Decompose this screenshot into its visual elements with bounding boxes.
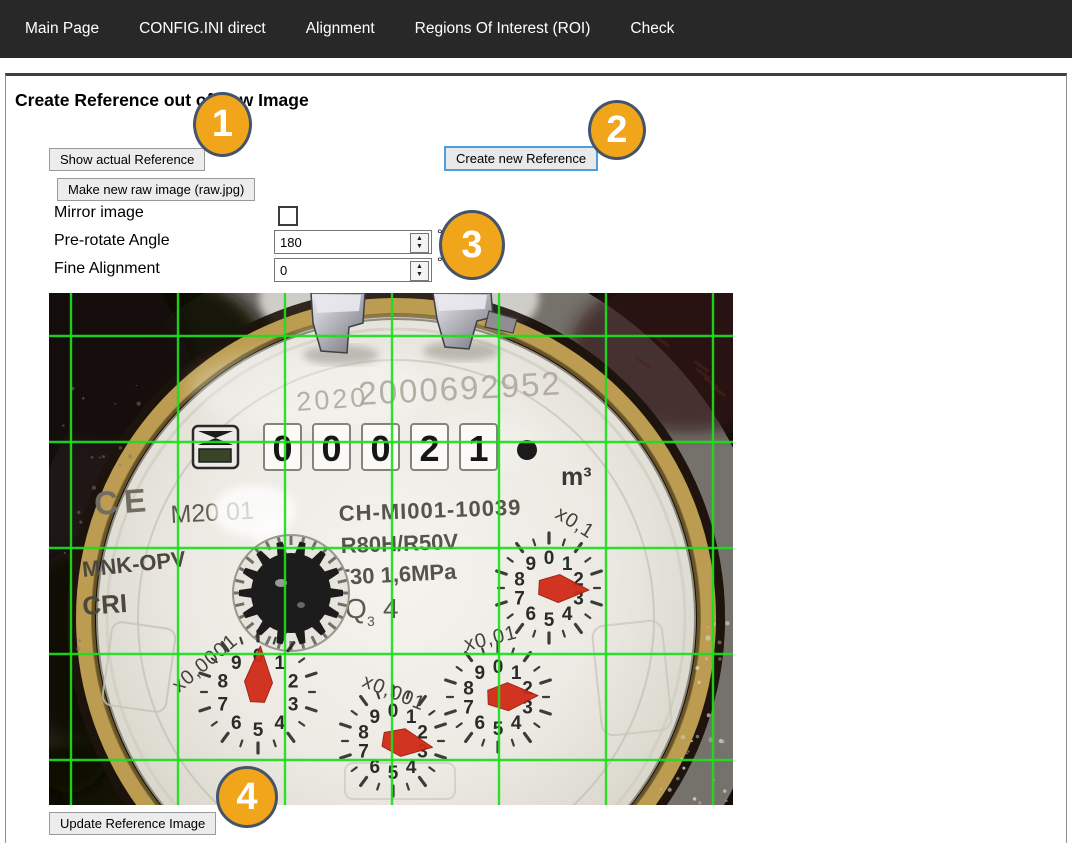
nav-roi[interactable]: Regions Of Interest (ROI): [415, 20, 591, 38]
svg-text:3: 3: [288, 694, 299, 715]
svg-text:2: 2: [419, 428, 439, 469]
fine-alignment-spinner[interactable]: ▲ ▼: [410, 261, 429, 281]
spinner-up-icon[interactable]: ▲: [416, 235, 423, 243]
svg-text:1: 1: [468, 428, 488, 469]
svg-text:0: 0: [321, 428, 341, 469]
svg-text:8: 8: [218, 672, 229, 693]
update-reference-image-button[interactable]: Update Reference Image: [49, 812, 216, 835]
fine-alignment-input[interactable]: 0 ▲ ▼: [274, 258, 432, 282]
make-new-raw-image-button[interactable]: Make new raw image (raw.jpg): [57, 178, 255, 201]
q-value: 4: [383, 593, 399, 624]
prerotate-angle-value: 180: [280, 235, 302, 250]
spinner-down-icon[interactable]: ▼: [416, 243, 423, 251]
nav-check[interactable]: Check: [630, 20, 674, 38]
fine-alignment-value: 0: [280, 263, 287, 278]
unit-label: m³: [561, 463, 592, 491]
svg-text:6: 6: [474, 713, 485, 734]
svg-text:1: 1: [511, 663, 522, 684]
prerotate-spinner[interactable]: ▲ ▼: [410, 233, 429, 253]
svg-text:5: 5: [388, 763, 399, 784]
callout-2: 2: [588, 100, 646, 160]
svg-text:9: 9: [474, 663, 485, 684]
svg-text:4: 4: [562, 604, 573, 625]
svg-text:0: 0: [272, 428, 292, 469]
mirror-image-label: Mirror image: [54, 204, 144, 222]
callout-3: 3: [439, 210, 505, 280]
svg-text:1: 1: [562, 554, 573, 575]
spinner-up-icon[interactable]: ▲: [416, 263, 423, 271]
ce-mark: CE: [93, 481, 153, 522]
ratio-text: R80H/R50V: [340, 529, 459, 558]
svg-text:7: 7: [514, 589, 525, 610]
svg-text:9: 9: [525, 554, 536, 575]
svg-text:2: 2: [288, 672, 299, 693]
svg-text:9: 9: [369, 707, 380, 728]
svg-text:6: 6: [525, 604, 536, 625]
nav-main-page[interactable]: Main Page: [25, 20, 99, 38]
turbine-wheel: [233, 535, 349, 651]
page-title: Create Reference out of Raw Image: [15, 90, 309, 111]
top-nav: Main Page CONFIG.INI direct Alignment Re…: [0, 0, 1072, 58]
callout-1: 1: [193, 92, 252, 157]
svg-text:5: 5: [544, 610, 555, 631]
content-frame: Create Reference out of Raw Image Show a…: [5, 73, 1067, 843]
nav-alignment[interactable]: Alignment: [306, 20, 375, 38]
svg-text:6: 6: [231, 713, 242, 734]
reference-raw-image: 2020 2000692952 m³ CE M20 01 CH-MI001-10…: [49, 293, 733, 805]
svg-text:8: 8: [514, 569, 525, 590]
fine-alignment-label: Fine Alignment: [54, 260, 160, 278]
odometer-counter: 00021: [264, 424, 497, 470]
svg-text:9: 9: [231, 653, 242, 674]
type-text: CRI: [81, 588, 128, 621]
svg-text:4: 4: [511, 713, 522, 734]
prerotate-angle-label: Pre-rotate Angle: [54, 232, 170, 250]
svg-text:8: 8: [358, 722, 369, 743]
svg-text:8: 8: [463, 678, 474, 699]
spinner-down-icon[interactable]: ▼: [416, 271, 423, 279]
mirror-image-checkbox[interactable]: [278, 206, 298, 226]
svg-text:5: 5: [253, 720, 264, 741]
meter-logo-box: [193, 426, 238, 468]
prerotate-angle-input[interactable]: 180 ▲ ▼: [274, 230, 432, 254]
nav-config-ini[interactable]: CONFIG.INI direct: [139, 20, 266, 38]
callout-4: 4: [216, 766, 278, 828]
svg-text:7: 7: [463, 698, 474, 719]
svg-text:0: 0: [544, 548, 555, 569]
svg-text:0: 0: [370, 428, 390, 469]
show-actual-reference-button[interactable]: Show actual Reference: [49, 148, 205, 171]
svg-text:7: 7: [218, 694, 229, 715]
create-new-reference-button[interactable]: Create new Reference: [444, 146, 598, 171]
q-subscript: 3: [367, 613, 375, 629]
